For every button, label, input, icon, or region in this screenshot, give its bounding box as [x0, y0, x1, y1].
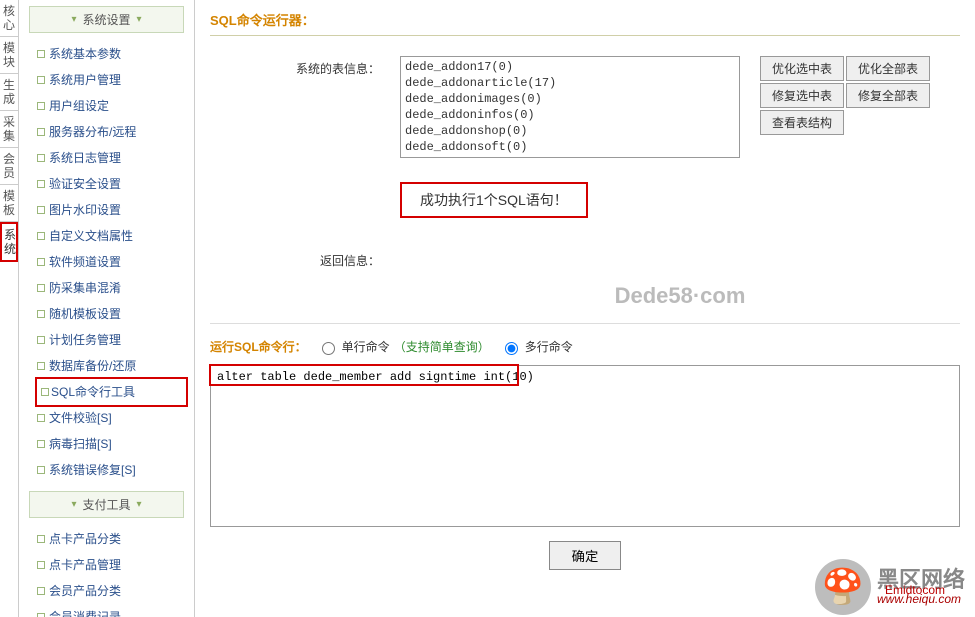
sidebar-item[interactable]: 计划任务管理	[19, 327, 194, 353]
chevron-down-icon: ▾	[71, 14, 76, 25]
sidebar-item[interactable]: 系统用户管理	[19, 67, 194, 93]
sql-mode-row: 运行SQL命令行： 单行命令 （支持简单查询） 多行命令	[210, 338, 960, 355]
sidebar-item[interactable]: 点卡产品分类	[19, 526, 194, 552]
table-option[interactable]: dede_addonarticle(17)	[405, 75, 735, 91]
vtab-生成[interactable]: 生 成	[0, 74, 18, 111]
vtab-核心[interactable]: 核 心	[0, 0, 18, 37]
multi-radio-input[interactable]	[505, 342, 518, 355]
table-option[interactable]: dede_addonimages(0)	[405, 91, 735, 107]
optimize-all-button[interactable]: 优化全部表	[846, 56, 930, 81]
run-sql-label: 运行SQL命令行：	[210, 338, 307, 355]
vtab-模块[interactable]: 模 块	[0, 37, 18, 74]
brand-red-text: Emidtocom	[885, 583, 945, 597]
sql-textarea-wrap	[210, 365, 960, 527]
sql-textarea[interactable]	[211, 366, 959, 526]
table-option[interactable]: dede_addonsoft(0)	[405, 139, 735, 155]
table-listbox[interactable]: dede_addon17(0)dede_addonarticle(17)dede…	[400, 56, 740, 158]
table-info-label: 系统的表信息：	[210, 56, 400, 158]
menu-list-system: 系统基本参数系统用户管理用户组设定服务器分布/远程系统日志管理验证安全设置图片水…	[19, 39, 194, 485]
mushroom-icon: 🍄	[815, 559, 871, 615]
confirm-button[interactable]: 确定	[549, 541, 622, 570]
sidebar-item[interactable]: 系统基本参数	[19, 41, 194, 67]
success-message: 成功执行1个SQL语句！	[400, 182, 588, 218]
sidebar-item[interactable]: 验证安全设置	[19, 171, 194, 197]
table-option[interactable]: dede_addonshop(0)	[405, 123, 735, 139]
optimize-selected-button[interactable]: 优化选中表	[760, 56, 844, 81]
panel-title: SQL命令运行器：	[210, 10, 960, 36]
repair-selected-button[interactable]: 修复选中表	[760, 83, 844, 108]
mode-single-radio[interactable]: 单行命令 （支持简单查询）	[317, 338, 490, 355]
sidebar-item[interactable]: 文件校验[S]	[19, 405, 194, 431]
chevron-down-icon: ▾	[71, 499, 76, 510]
sidebar-item[interactable]: 系统错误修复[S]	[19, 457, 194, 483]
table-option[interactable]: dede_addon17(0)	[405, 59, 735, 75]
vtab-系统[interactable]: 系 统	[0, 222, 18, 262]
sidebar-item[interactable]: 点卡产品管理	[19, 552, 194, 578]
view-structure-button[interactable]: 查看表结构	[760, 110, 844, 135]
sidebar-item[interactable]: SQL命令行工具	[35, 377, 188, 407]
sidebar-item[interactable]: 防采集串混淆	[19, 275, 194, 301]
sidebar-item[interactable]: 软件频道设置	[19, 249, 194, 275]
chevron-down-icon: ▾	[137, 499, 142, 510]
sidebar-item[interactable]: 用户组设定	[19, 93, 194, 119]
sidebar-section-payment[interactable]: ▾ 支付工具 ▾	[29, 491, 184, 518]
watermark-text: Dede58·com	[400, 283, 960, 309]
vtab-会员[interactable]: 会 员	[0, 148, 18, 185]
sidebar-item[interactable]: 服务器分布/远程	[19, 119, 194, 145]
divider	[210, 323, 960, 324]
table-option[interactable]: dede_addoninfos(0)	[405, 107, 735, 123]
repair-all-button[interactable]: 修复全部表	[846, 83, 930, 108]
sidebar: ▾ 系统设置 ▾ 系统基本参数系统用户管理用户组设定服务器分布/远程系统日志管理…	[19, 0, 195, 617]
sidebar-item[interactable]: 图片水印设置	[19, 197, 194, 223]
chevron-down-icon: ▾	[137, 14, 142, 25]
sidebar-item[interactable]: 自定义文档属性	[19, 223, 194, 249]
section-title: 系统设置	[82, 11, 130, 28]
main-content: SQL命令运行器： 系统的表信息： dede_addon17(0)dede_ad…	[195, 0, 975, 617]
sidebar-item[interactable]: 会员消费记录	[19, 604, 194, 617]
sidebar-item[interactable]: 系统日志管理	[19, 145, 194, 171]
menu-list-payment: 点卡产品分类点卡产品管理会员产品分类会员消费记录商店订单记录支付接口设置配货方式…	[19, 524, 194, 617]
section-title: 支付工具	[82, 496, 130, 513]
sidebar-item[interactable]: 会员产品分类	[19, 578, 194, 604]
vertical-tabs: 核 心模 块生 成采 集会 员模 板系 统	[0, 0, 19, 617]
single-radio-input[interactable]	[322, 342, 335, 355]
table-action-buttons: 优化选中表 优化全部表 修复选中表 修复全部表 查看表结构	[760, 56, 930, 135]
vtab-模板[interactable]: 模 板	[0, 185, 18, 222]
return-info-label: 返回信息：	[210, 248, 400, 269]
sidebar-item[interactable]: 病毒扫描[S]	[19, 431, 194, 457]
sidebar-section-system[interactable]: ▾ 系统设置 ▾	[29, 6, 184, 33]
vtab-采集[interactable]: 采 集	[0, 111, 18, 148]
mode-multi-radio[interactable]: 多行命令	[500, 338, 573, 355]
sidebar-item[interactable]: 数据库备份/还原	[19, 353, 194, 379]
sidebar-item[interactable]: 随机模板设置	[19, 301, 194, 327]
